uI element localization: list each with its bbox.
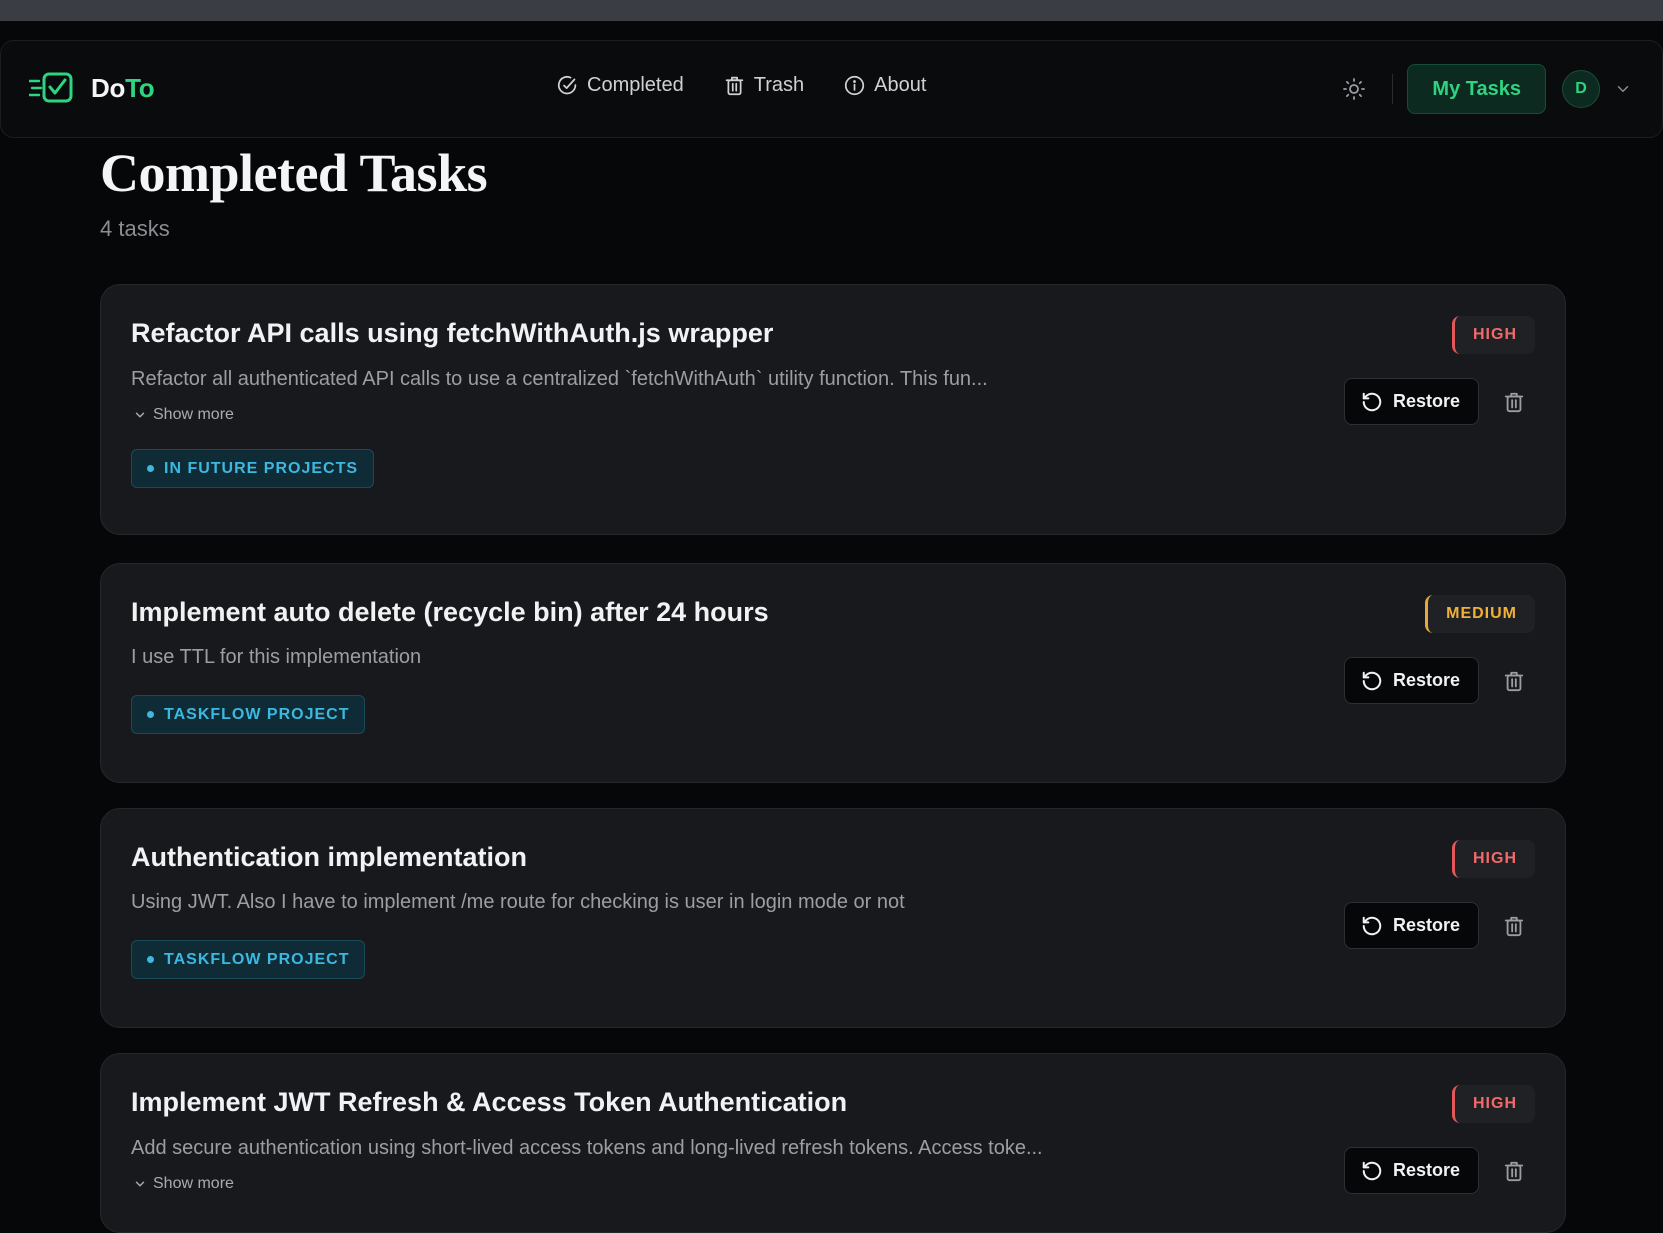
restore-button[interactable]: Restore [1343, 657, 1479, 704]
info-icon [844, 75, 865, 96]
restore-label: Restore [1392, 1160, 1460, 1180]
task-title: Refactor API calls using fetchWithAuth.j… [131, 318, 774, 348]
restore-button[interactable]: Restore [1343, 378, 1479, 425]
task-card: Implement auto delete (recycle bin) afte… [100, 563, 1566, 783]
restore-icon [1362, 392, 1382, 411]
task-count: 4 tasks [100, 216, 170, 241]
trash-icon [1504, 1161, 1524, 1182]
project-tag[interactable]: TASKFLOW PROJECT [131, 940, 366, 979]
task-card: Implement JWT Refresh & Access Token Aut… [100, 1053, 1566, 1233]
trash-icon [1504, 671, 1524, 692]
header-actions: My Tasks D [1336, 64, 1632, 114]
show-more-label: Show more [153, 406, 234, 423]
show-more-label: Show more [153, 1175, 234, 1192]
tag-dot [147, 711, 154, 718]
nav-trash-label: Trash [753, 74, 805, 96]
chevron-down-icon [135, 412, 145, 418]
sun-icon [1343, 78, 1366, 100]
restore-label: Restore [1392, 670, 1460, 690]
brand-logo[interactable]: DoTo [29, 71, 155, 105]
trash-icon [725, 76, 743, 96]
show-more-toggle[interactable]: Show more [133, 1175, 234, 1193]
task-description: Refactor all authenticated API calls to … [131, 368, 988, 390]
main-nav: Completed Trash About [557, 74, 926, 97]
top-navbar: DoTo Completed Trash About My Tasks D [0, 40, 1663, 138]
task-title: Implement JWT Refresh & Access Token Aut… [131, 1087, 848, 1117]
priority-badge: MEDIUM [1425, 595, 1535, 633]
restore-icon [1362, 1161, 1382, 1180]
priority-badge: HIGH [1452, 1085, 1535, 1123]
my-tasks-button[interactable]: My Tasks [1407, 64, 1546, 114]
task-description: I use TTL for this implementation [131, 646, 422, 668]
nav-completed-label: Completed [587, 74, 684, 96]
priority-badge: HIGH [1452, 316, 1535, 354]
delete-button[interactable] [1501, 913, 1527, 939]
task-card: Authentication implementation HIGH Using… [100, 808, 1566, 1028]
project-tag-label: TASKFLOW PROJECT [164, 950, 350, 968]
restore-icon [1362, 916, 1382, 935]
nav-completed[interactable]: Completed [557, 74, 684, 97]
check-circle-icon [557, 76, 577, 95]
restore-label: Restore [1392, 915, 1460, 935]
user-avatar[interactable]: D [1562, 70, 1600, 108]
nav-about[interactable]: About [844, 74, 926, 97]
task-description: Using JWT. Also I have to implement /me … [131, 891, 905, 913]
task-card: Refactor API calls using fetchWithAuth.j… [100, 284, 1566, 535]
task-description: Add secure authentication using short-li… [131, 1137, 1043, 1159]
restore-button[interactable]: Restore [1343, 902, 1479, 949]
show-more-toggle[interactable]: Show more [133, 406, 234, 424]
delete-button[interactable] [1501, 389, 1527, 415]
header-divider [1392, 74, 1394, 104]
trash-icon [1504, 916, 1524, 937]
brand-name: DoTo [91, 72, 155, 103]
tag-dot [147, 465, 154, 472]
project-tag[interactable]: TASKFLOW PROJECT [131, 695, 366, 734]
priority-badge: HIGH [1452, 840, 1535, 878]
project-tag-label: TASKFLOW PROJECT [164, 705, 350, 723]
restore-icon [1362, 671, 1382, 690]
project-tag[interactable]: IN FUTURE PROJECTS [131, 449, 375, 488]
trash-icon [1504, 392, 1524, 413]
window-top-strip [0, 0, 1663, 21]
page-title: Completed Tasks [100, 143, 488, 203]
delete-button[interactable] [1501, 668, 1527, 694]
task-title: Implement auto delete (recycle bin) afte… [131, 597, 769, 627]
nav-about-label: About [874, 74, 927, 96]
checkbox-logo-icon [29, 72, 73, 103]
restore-label: Restore [1392, 391, 1460, 411]
theme-toggle-button[interactable] [1336, 71, 1372, 107]
task-title: Authentication implementation [131, 842, 528, 872]
nav-trash[interactable]: Trash [724, 74, 804, 97]
project-tag-label: IN FUTURE PROJECTS [164, 459, 359, 477]
delete-button[interactable] [1501, 1158, 1527, 1184]
restore-button[interactable]: Restore [1343, 1147, 1479, 1194]
chevron-down-icon [135, 1181, 145, 1187]
chevron-down-icon[interactable] [1614, 80, 1632, 98]
tag-dot [147, 956, 154, 963]
